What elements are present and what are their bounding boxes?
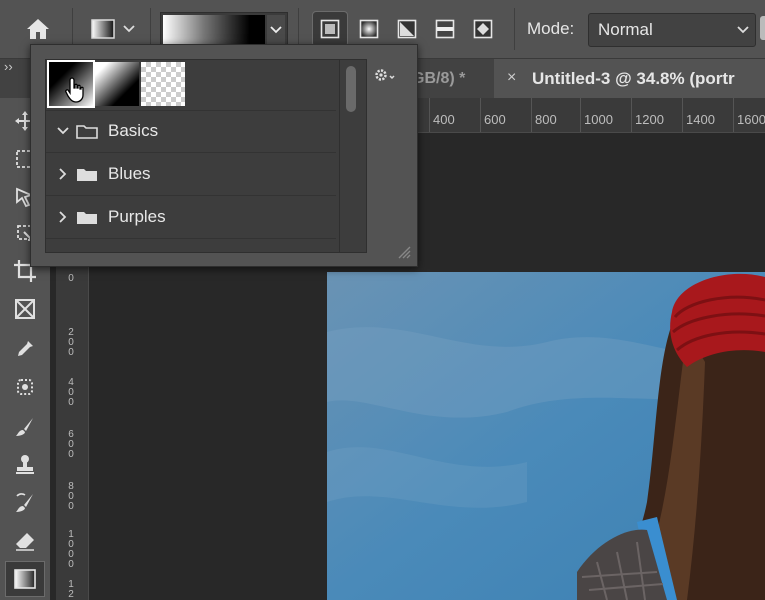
chevron-right-icon — [59, 168, 67, 180]
tab-close-icon[interactable]: × — [507, 69, 516, 87]
ruler-tick-label: 800 — [531, 98, 557, 132]
diamond-gradient-icon — [473, 19, 493, 39]
angle-gradient-button[interactable] — [390, 12, 424, 46]
portrait-photo — [327, 272, 765, 600]
gradient-swatch-transparent[interactable] — [141, 62, 185, 106]
linear-gradient-button[interactable] — [312, 11, 348, 47]
gradient-dropdown-toggle[interactable] — [267, 15, 285, 45]
frame-tool[interactable] — [6, 292, 44, 326]
home-button[interactable] — [20, 14, 56, 44]
chevron-down-icon — [270, 26, 282, 34]
expand-panels-icon[interactable]: ›› — [4, 59, 28, 74]
chevron-down-icon — [737, 26, 749, 34]
folder-row-basics[interactable]: Basics — [46, 110, 336, 152]
clone-stamp-tool[interactable] — [6, 448, 44, 482]
panel-resize-handle[interactable] — [397, 245, 411, 264]
mode-value: Normal — [598, 20, 653, 39]
gradient-swatch-black-white[interactable] — [47, 60, 95, 108]
mode-label: Mode: — [527, 19, 575, 38]
brush-tool[interactable] — [6, 410, 44, 444]
hand-cursor-icon — [65, 77, 84, 103]
eraser-tool[interactable] — [6, 524, 44, 558]
eyedropper-tool[interactable] — [6, 332, 44, 366]
ruler-tick-label: 1400 — [682, 98, 715, 132]
ruler-tick-label: 1600 — [733, 98, 765, 132]
tab-inactive-document[interactable]: GB/8) * — [412, 59, 465, 98]
folder-label: Blues — [108, 164, 151, 183]
ruler-tick-label: 800 — [68, 481, 74, 512]
home-icon — [27, 19, 49, 39]
ruler-tick-label: 12 — [68, 579, 74, 600]
stamp-icon — [16, 455, 34, 474]
tab-active-document[interactable]: × Untitled-3 @ 34.8% (portr — [494, 59, 765, 98]
folder-label: Basics — [108, 121, 159, 140]
reflected-gradient-button[interactable] — [428, 12, 462, 46]
folder-row-blues[interactable]: Blues — [46, 153, 336, 195]
tool-preset-picker[interactable] — [84, 14, 142, 44]
ruler-tick-label: 1200 — [631, 98, 664, 132]
frame-tool-icon — [15, 299, 35, 319]
folder-icon — [76, 125, 98, 139]
tab-label: Untitled-3 @ 34.8% (portr — [532, 69, 735, 88]
chevron-down-icon — [57, 127, 69, 135]
gradient-tool-icon — [14, 569, 36, 589]
gradient-picker-icon — [91, 19, 115, 39]
resize-grip-icon — [398, 246, 411, 259]
gear-icon — [375, 69, 395, 81]
gradient-swatch-white-black[interactable] — [95, 62, 139, 106]
ruler-tick-label: 0 — [68, 273, 74, 284]
reflected-gradient-icon — [435, 19, 455, 39]
history-brush-icon — [16, 493, 33, 512]
gradient-editor-picker[interactable] — [160, 12, 288, 48]
mode-select[interactable]: Normal — [588, 13, 756, 47]
heal-icon — [17, 379, 33, 395]
folder-icon — [77, 169, 97, 181]
diamond-gradient-button[interactable] — [466, 12, 500, 46]
eraser-icon — [16, 533, 34, 551]
ruler-tick-label: 1000 — [580, 98, 613, 132]
ruler-tick-label: 600 — [68, 429, 74, 460]
ruler-tick-label: 400 — [429, 98, 455, 132]
gradient-tool[interactable] — [5, 561, 45, 597]
ruler-tick-label: 600 — [480, 98, 506, 132]
radial-gradient-icon — [359, 19, 379, 39]
canvas-image[interactable] — [327, 272, 765, 600]
chevron-right-icon — [59, 211, 67, 223]
folder-label: Purples — [108, 207, 166, 226]
ruler-tick-label: 400 — [68, 377, 74, 408]
brush-icon — [16, 418, 33, 436]
panel-settings-button[interactable] — [373, 67, 397, 88]
linear-gradient-icon — [320, 19, 340, 39]
tab-label: GB/8) * — [412, 69, 466, 87]
panel-scrollbar-thumb[interactable] — [346, 66, 356, 112]
eyedropper-icon — [18, 341, 33, 356]
chevron-down-icon — [123, 25, 135, 33]
gradient-picker-panel: Basics Blues Purples — [30, 44, 418, 267]
ruler-tick-label: 1000 — [68, 529, 74, 570]
radial-gradient-button[interactable] — [352, 12, 386, 46]
gradient-preset-list: Basics Blues Purples — [45, 59, 367, 253]
angle-gradient-icon — [397, 19, 417, 39]
folder-icon — [77, 212, 97, 224]
ruler-tick-label: 200 — [68, 327, 74, 358]
history-brush-tool[interactable] — [6, 486, 44, 520]
opacity-field-edge[interactable] — [760, 16, 765, 40]
gradient-preview[interactable] — [163, 15, 265, 45]
folder-row-purples[interactable]: Purples — [46, 196, 336, 238]
healing-brush-tool[interactable] — [6, 370, 44, 404]
